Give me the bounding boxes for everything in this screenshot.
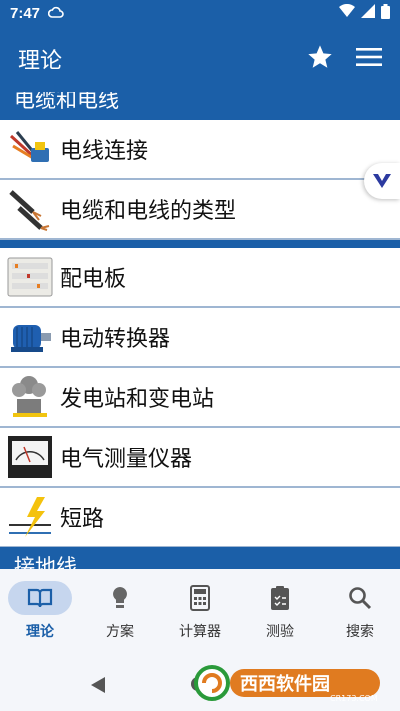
list-equipment: 配电板 电动转换器 发电站和变电站 电气测量仪器 短路	[0, 248, 400, 548]
page-title: 理论	[18, 49, 63, 74]
search-icon	[328, 581, 392, 615]
list-item-label: 电线连接	[60, 139, 149, 164]
list-item-short-circuit[interactable]: 短路	[0, 488, 400, 548]
list-item-label: 短路	[60, 507, 105, 532]
nav-theory[interactable]: 理论	[0, 581, 80, 641]
list-item-power-station[interactable]: 发电站和变电站	[0, 368, 400, 428]
signal-icon	[361, 4, 375, 22]
svg-text:CR173.COM: CR173.COM	[330, 694, 378, 703]
list-item-measuring-instrument[interactable]: 电气测量仪器	[0, 428, 400, 488]
list-item-wire-connection[interactable]: 电线连接	[0, 120, 400, 180]
list-item-switchboard[interactable]: 配电板	[0, 248, 400, 308]
watermark-logo: 西西软件园 CR173.COM	[190, 663, 390, 703]
list-item-electric-motor[interactable]: 电动转换器	[0, 308, 400, 368]
wifi-icon	[339, 3, 355, 22]
list-cables: 电线连接 电缆和电线的类型	[0, 120, 400, 240]
lightbulb-icon	[88, 581, 152, 615]
status-time: 7:47	[10, 4, 41, 22]
list-item-cable-types[interactable]: 电缆和电线的类型	[0, 180, 400, 240]
cable-types-icon	[7, 186, 53, 232]
cloud-icon	[47, 4, 64, 22]
calculator-icon	[168, 581, 232, 615]
measuring-instrument-icon	[7, 434, 53, 480]
list-item-label: 配电板	[60, 267, 127, 292]
section-header-grounding: 接地线	[0, 547, 400, 569]
power-station-icon	[7, 374, 53, 420]
back-icon[interactable]	[90, 676, 106, 698]
nav-quiz[interactable]: 测验	[240, 581, 320, 641]
battery-icon	[381, 3, 390, 23]
short-circuit-icon	[7, 494, 53, 540]
menu-icon[interactable]	[356, 47, 382, 71]
status-bar: 7:47	[0, 0, 400, 26]
nav-calculator[interactable]: 计算器	[160, 581, 240, 641]
list-item-label: 发电站和变电站	[60, 387, 215, 412]
svg-text:西西软件园: 西西软件园	[240, 673, 330, 695]
section-header-cables: 电缆和电线	[0, 92, 400, 120]
list-item-label: 电气测量仪器	[60, 447, 193, 472]
list-item-label: 电缆和电线的类型	[60, 199, 237, 224]
status-icons	[339, 3, 390, 23]
bottom-navigation: 理论 方案 计算器 测验 搜索	[0, 569, 400, 657]
floating-v-icon[interactable]	[364, 163, 400, 199]
nav-search[interactable]: 搜索	[320, 581, 400, 641]
switchboard-icon	[7, 254, 53, 300]
nav-schemes[interactable]: 方案	[80, 581, 160, 641]
clipboard-icon	[248, 581, 312, 615]
electric-motor-icon	[7, 314, 53, 360]
star-icon[interactable]	[306, 43, 334, 75]
app-bar: 理论	[0, 26, 400, 92]
book-icon	[8, 581, 72, 615]
list-item-label: 电动转换器	[60, 327, 171, 352]
wire-connection-icon	[7, 126, 53, 172]
group-separator	[0, 240, 400, 248]
